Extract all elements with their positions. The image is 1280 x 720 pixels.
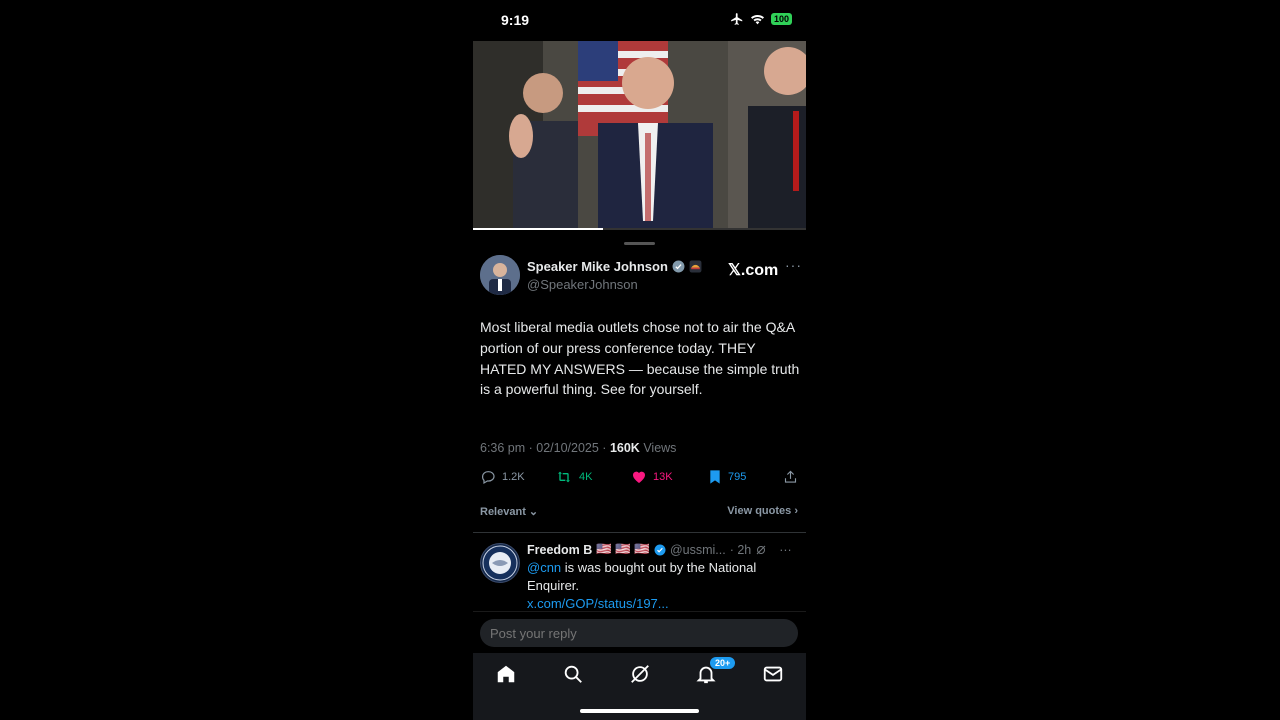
author-name-row[interactable]: Speaker Mike Johnson [527, 259, 702, 274]
video-progress-bar[interactable] [473, 228, 806, 230]
video-progress-fill [473, 228, 603, 230]
avatar-portrait [480, 255, 520, 295]
home-icon [497, 665, 515, 683]
home-indicator[interactable] [580, 709, 699, 713]
tweet-text: Most liberal media outlets chose not to … [480, 319, 800, 398]
mail-icon [763, 666, 783, 682]
affiliate-badge-icon [689, 260, 702, 273]
bookmark-icon [710, 470, 720, 484]
verified-icon [654, 544, 666, 555]
reply-text-body: is was bought out by the National Enquir… [527, 560, 757, 593]
tab-home[interactable] [495, 663, 519, 687]
view-quotes-button[interactable]: View quotes › [727, 505, 798, 517]
tweet-meta: 6:36 pm · 02/10/2025 · 160K Views [480, 441, 676, 455]
tweet-author-row: Speaker Mike Johnson @SpeakerJohnson 𝕏.c… [480, 255, 802, 297]
divider [473, 532, 806, 533]
xcom-logo[interactable]: 𝕏.com [728, 260, 778, 280]
battery-indicator: 100 [770, 13, 792, 25]
reply-handle[interactable]: @ussmi... [670, 543, 726, 557]
more-options-button[interactable]: ··· [785, 257, 802, 273]
like-count: 13K [653, 471, 673, 483]
sort-relevant-button[interactable]: Relevant ⌄ [480, 505, 538, 518]
grok-icon [631, 665, 649, 683]
seal-graphic [482, 545, 518, 581]
sort-label: Relevant [480, 506, 526, 518]
tweet-actions: 1.2K 4K 13K 795 [480, 469, 800, 489]
video-player[interactable] [473, 41, 806, 229]
verified-icon [672, 260, 685, 273]
views-label: Views [639, 441, 677, 455]
reply-flags: 🇺🇸 🇺🇸 🇺🇸 [596, 542, 650, 556]
tweet-timestamp[interactable]: 6:36 pm · 02/10/2025 · [480, 441, 610, 455]
grok-icon[interactable] [755, 544, 767, 556]
reply-composer [473, 611, 806, 654]
share-button[interactable] [783, 469, 798, 485]
bookmark-count: 795 [728, 471, 747, 483]
like-button[interactable]: 13K [631, 469, 673, 485]
views-count: 160K [609, 441, 640, 455]
status-time: 9:19 [501, 12, 530, 28]
tab-messages[interactable] [762, 663, 786, 687]
reply-more-button[interactable]: ··· [779, 543, 792, 557]
reply-input[interactable] [480, 619, 798, 647]
repost-count: 4K [579, 471, 593, 483]
tab-grok[interactable] [629, 663, 653, 687]
notifications-badge: 20+ [709, 656, 737, 670]
wifi-icon [750, 14, 764, 24]
author-avatar[interactable] [480, 255, 520, 295]
video-frame [473, 41, 806, 229]
chevron-right-icon: › [794, 505, 798, 517]
bookmark-button[interactable]: 795 [708, 469, 746, 485]
reply-icon [482, 471, 495, 485]
author-handle[interactable]: @SpeakerJohnson [527, 277, 638, 292]
author-name: Speaker Mike Johnson [527, 259, 668, 274]
sheet-handle[interactable] [624, 242, 655, 245]
reply-age: · 2h [729, 542, 752, 557]
phone-screen: 9:19 100 Speaker Mike Johnson @SpeakerJo… [473, 0, 806, 720]
mention-link[interactable]: @cnn [527, 560, 561, 575]
reply-url-link[interactable]: x.com/GOP/status/197... [527, 596, 669, 611]
repost-icon [558, 471, 570, 483]
heart-icon [633, 471, 645, 483]
share-icon [784, 470, 797, 483]
airplane-icon [731, 13, 743, 25]
reply-text: @cnn is was bought out by the National E… [527, 559, 797, 611]
reply-avatar[interactable] [480, 543, 520, 583]
status-bar: 9:19 100 [473, 0, 806, 40]
reply-header: Freedom B 🇺🇸 🇺🇸 🇺🇸 @ussmi... · 2h ··· [527, 542, 792, 557]
reply-item[interactable]: Freedom B 🇺🇸 🇺🇸 🇺🇸 @ussmi... · 2h ··· @c… [480, 541, 800, 611]
tab-notifications[interactable]: 20+ [695, 656, 737, 687]
status-icons: 100 [730, 12, 792, 26]
repost-button[interactable]: 4K [555, 469, 592, 485]
reply-count: 1.2K [502, 471, 525, 483]
view-quotes-label: View quotes [727, 505, 792, 517]
reply-button[interactable]: 1.2K [480, 469, 525, 485]
chevron-down-icon: ⌄ [528, 506, 539, 518]
reply-author-name[interactable]: Freedom B [527, 543, 592, 557]
tab-search[interactable] [562, 663, 586, 687]
search-icon [564, 665, 582, 683]
